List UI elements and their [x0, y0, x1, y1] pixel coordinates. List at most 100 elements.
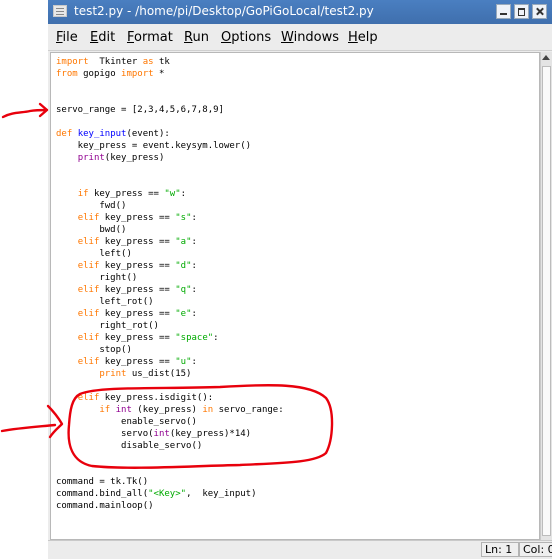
menu-edit[interactable]: Edit [90, 30, 115, 45]
code-text[interactable]: import Tkinter as tk from gopigo import … [56, 56, 284, 512]
code-token: : [191, 237, 197, 247]
code-token: (key_press) [131, 405, 203, 415]
status-bar: Ln: 1 Col: 0 [48, 540, 552, 559]
code-token: elif [77, 213, 100, 223]
close-button[interactable] [532, 4, 547, 19]
code-line: elif key_press == "u": [56, 357, 197, 367]
code-token: * [153, 69, 165, 79]
code-token: "a" [175, 237, 192, 247]
code-token: gopigo [77, 69, 122, 79]
code-token: print [99, 369, 127, 379]
menu-edit-label: dit [98, 30, 116, 45]
scroll-up-arrow-icon[interactable] [542, 55, 550, 60]
code-token: command = tk.Tk() [56, 477, 149, 487]
code-token: right() [56, 273, 138, 283]
code-token: key_input [77, 129, 127, 139]
code-token: left_rot() [56, 297, 154, 307]
code-editor[interactable]: import Tkinter as tk from gopigo import … [50, 52, 540, 540]
menu-help[interactable]: Help [348, 30, 378, 45]
code-line: elif key_press == "a": [56, 237, 197, 247]
code-token: servo_range = [2,3,4,5,6,7,8,9] [56, 105, 224, 115]
code-line: stop() [56, 345, 132, 355]
code-line: left() [56, 249, 132, 259]
vertical-scrollbar[interactable] [540, 52, 552, 540]
menu-windows-label: indows [293, 30, 340, 45]
code-token: right_rot() [56, 321, 159, 331]
code-token: key_press = event.keysym.lower() [56, 141, 252, 151]
code-token: servo( [56, 429, 154, 439]
code-token: elif [77, 357, 100, 367]
scroll-thumb[interactable] [542, 66, 551, 536]
code-line: if int (key_press) in servo_range: [56, 405, 284, 415]
code-line: bwd() [56, 225, 126, 235]
code-token: int [115, 405, 132, 415]
code-token: : [191, 357, 197, 367]
code-token: key_press == [99, 333, 176, 343]
code-token: "q" [175, 285, 192, 295]
menu-format-label: ormat [134, 30, 173, 45]
code-token: command.mainloop() [56, 501, 154, 511]
code-token: "<Key>" [148, 489, 187, 499]
menu-windows-mnemonic: W [281, 30, 294, 45]
code-line: print us_dist(15) [56, 369, 191, 379]
maximize-button[interactable] [514, 4, 529, 19]
code-token: def [56, 129, 73, 139]
menu-options[interactable]: Options [221, 30, 271, 45]
code-line: command.bind_all("<Key>", key_input) [56, 489, 257, 499]
code-token: key_press == [99, 237, 176, 247]
code-token: stop() [56, 345, 132, 355]
code-token: elif [77, 393, 100, 403]
code-token: "d" [175, 261, 192, 271]
code-line: elif key_press == "s": [56, 213, 197, 223]
code-line: command = tk.Tk() [56, 477, 148, 487]
menu-help-label: elp [357, 30, 378, 45]
menu-run-label: un [192, 30, 209, 45]
code-token: elif [77, 309, 100, 319]
idle-editor-window: test2.py - /home/pi/Desktop/GoPiGoLocal/… [48, 0, 552, 559]
code-token: : [191, 213, 197, 223]
code-line: def key_input(event): [56, 129, 170, 139]
window-menu-icon[interactable] [53, 5, 67, 17]
code-token: "u" [175, 357, 192, 367]
code-token: import [56, 57, 89, 67]
menu-format-mnemonic: F [127, 30, 135, 45]
column-number-status: Col: 0 [519, 542, 552, 557]
menu-edit-mnemonic: E [90, 30, 99, 45]
code-token: elif [77, 261, 100, 271]
code-line: enable_servo() [56, 417, 197, 427]
code-line: right_rot() [56, 321, 159, 331]
code-token: if [77, 189, 89, 199]
code-token: left() [56, 249, 132, 259]
code-token: key_press == [99, 285, 176, 295]
window-title: test2.py - /home/pi/Desktop/GoPiGoLocal/… [74, 4, 374, 18]
code-token: : [213, 333, 219, 343]
code-token: (key_press) [104, 153, 165, 163]
code-line: if key_press == "w": [56, 189, 186, 199]
code-line: elif key_press == "d": [56, 261, 197, 271]
minimize-button[interactable] [496, 4, 511, 19]
code-token: key_press.isdigit(): [99, 393, 214, 403]
code-token: command.bind_all( [56, 489, 149, 499]
code-token: key_press == [99, 213, 176, 223]
menu-run[interactable]: Run [184, 30, 209, 45]
code-token: import [121, 69, 154, 79]
code-token: tk [153, 57, 170, 67]
menu-file[interactable]: File [56, 30, 78, 45]
code-token: (key_press)*14) [169, 429, 252, 439]
menu-windows[interactable]: Windows [281, 30, 339, 45]
code-line: import Tkinter as tk [56, 57, 170, 67]
code-token: elif [77, 285, 100, 295]
title-bar[interactable]: test2.py - /home/pi/Desktop/GoPiGoLocal/… [48, 0, 552, 24]
code-token: servo_range: [213, 405, 284, 415]
code-token: us_dist(15) [126, 369, 192, 379]
code-token: enable_servo() [56, 417, 197, 427]
code-line: right() [56, 273, 137, 283]
code-token: print [77, 153, 105, 163]
menu-format[interactable]: Format [127, 30, 173, 45]
